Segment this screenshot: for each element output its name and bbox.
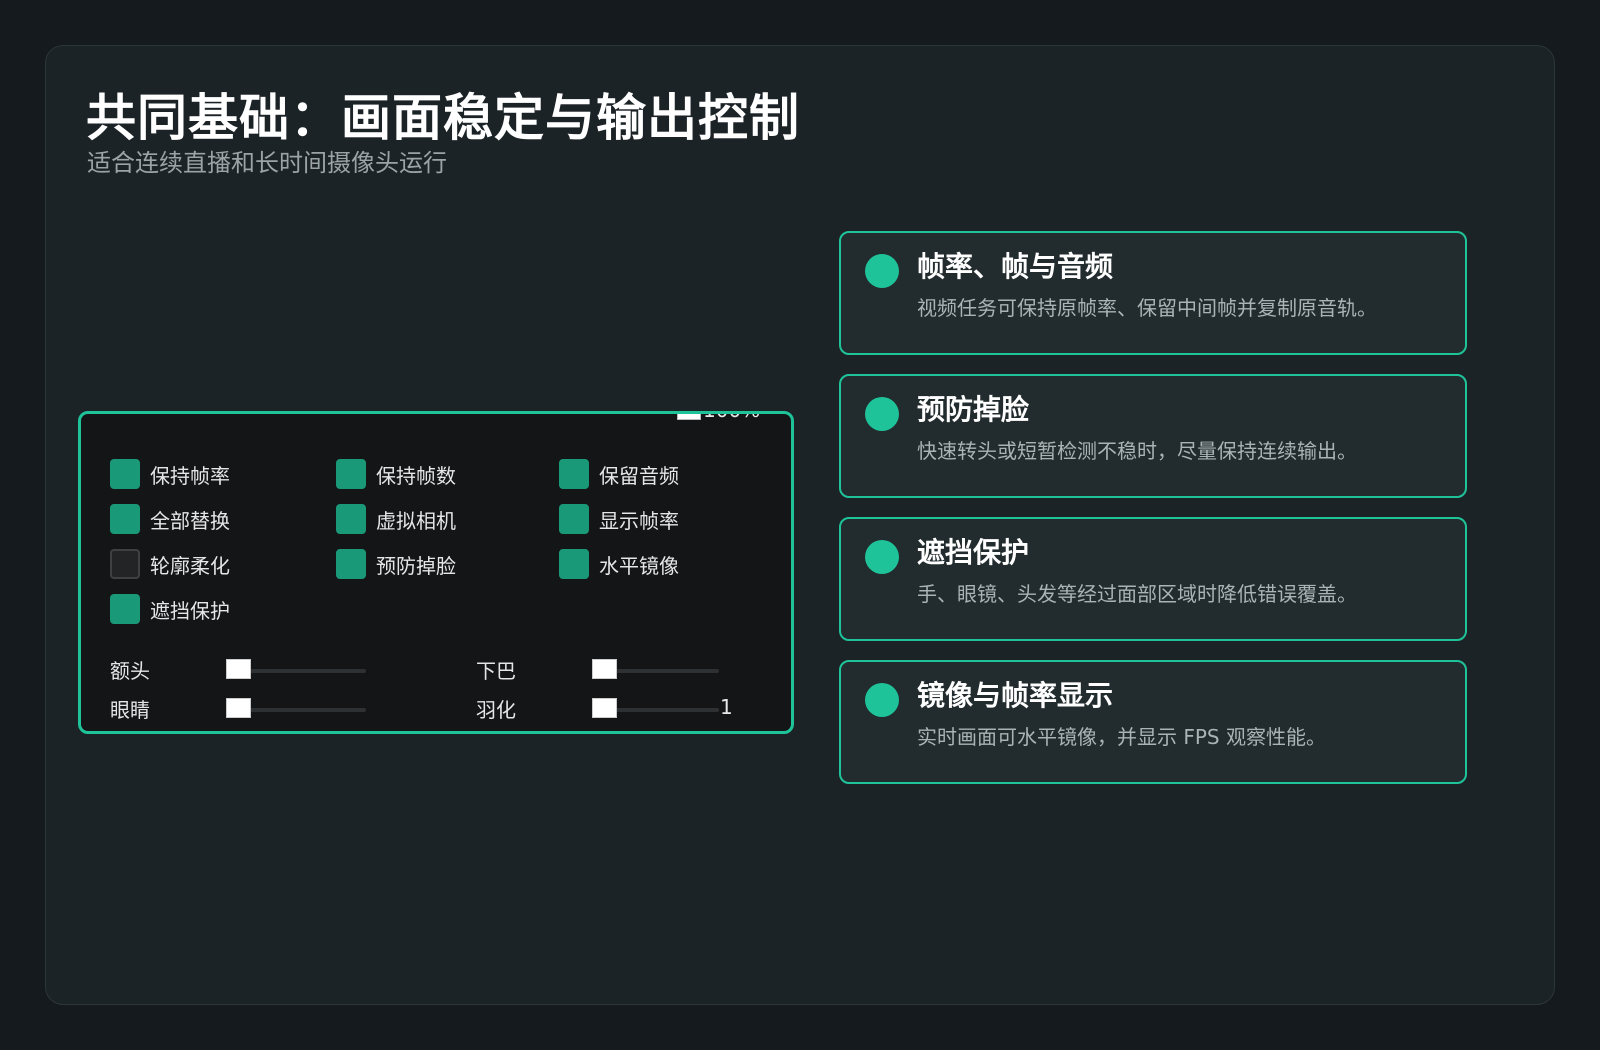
slider-forehead[interactable]: 额头 [110, 655, 380, 685]
feature-card-mirror-fps: 镜像与帧率显示 实时画面可水平镜像，并显示 FPS 观察性能。 [839, 660, 1467, 784]
checkbox-label: 保留音频 [599, 463, 679, 488]
checkbox-label: 显示帧率 [599, 508, 679, 533]
checkbox-prevent-face-drop[interactable]: 预防掉脸 [336, 547, 456, 581]
slider-value: 100% [703, 414, 760, 422]
slider-label: 下巴 [476, 659, 516, 683]
bullet-dot-icon [865, 397, 899, 431]
checkbox-keep-framerate[interactable]: 保持帧率 [110, 457, 230, 491]
slider-thumb[interactable] [226, 698, 251, 718]
card-title: 镜像与帧率显示 [917, 679, 1114, 712]
page-title: 共同基础：画面稳定与输出控制 [86, 89, 800, 147]
slider-thumb[interactable] [592, 698, 617, 718]
slider-feather[interactable]: 羽化 1 [476, 694, 766, 724]
checkbox-box[interactable] [336, 549, 366, 579]
checkbox-label: 轮廓柔化 [150, 553, 230, 578]
card-title: 遮挡保护 [917, 536, 1030, 569]
slider-thumb[interactable] [677, 414, 701, 420]
checkbox-box[interactable] [559, 549, 589, 579]
top-slider[interactable]: 100% [561, 411, 761, 424]
bullet-dot-icon [865, 683, 899, 717]
checkbox-label: 水平镜像 [599, 553, 679, 578]
checkbox-soften-outline[interactable]: 轮廓柔化 [110, 547, 230, 581]
bullet-dot-icon [865, 540, 899, 574]
checkbox-label: 遮挡保护 [150, 598, 230, 623]
checkbox-virtual-camera[interactable]: 虚拟相机 [336, 502, 456, 536]
slider-thumb[interactable] [226, 659, 251, 679]
card-description: 实时画面可水平镜像，并显示 FPS 观察性能。 [917, 725, 1326, 749]
checkbox-box[interactable] [110, 549, 140, 579]
checkbox-occlusion-protect[interactable]: 遮挡保护 [110, 592, 230, 626]
card-description: 视频任务可保持原帧率、保留中间帧并复制原音轨。 [917, 296, 1377, 320]
checkbox-show-fps[interactable]: 显示帧率 [559, 502, 679, 536]
checkbox-label: 保持帧率 [150, 463, 230, 488]
checkbox-label: 全部替换 [150, 508, 230, 533]
checkbox-horizontal-mirror[interactable]: 水平镜像 [559, 547, 679, 581]
slider-label: 额头 [110, 659, 150, 683]
slide: 共同基础：画面稳定与输出控制 适合连续直播和长时间摄像头运行 100% 保持帧率… [45, 45, 1555, 1005]
checkbox-keep-audio[interactable]: 保留音频 [559, 457, 679, 491]
card-title: 预防掉脸 [917, 393, 1030, 426]
slider-eyes[interactable]: 眼睛 [110, 694, 380, 724]
feature-card-prevent-face-drop: 预防掉脸 快速转头或短暂检测不稳时，尽量保持连续输出。 [839, 374, 1467, 498]
checkbox-box[interactable] [559, 504, 589, 534]
checkbox-box[interactable] [110, 504, 140, 534]
bullet-dot-icon [865, 254, 899, 288]
checkbox-replace-all[interactable]: 全部替换 [110, 502, 230, 536]
card-description: 手、眼镜、头发等经过面部区域时降低错误覆盖。 [917, 582, 1357, 606]
page-subtitle: 适合连续直播和长时间摄像头运行 [87, 149, 447, 177]
checkbox-label: 预防掉脸 [376, 553, 456, 578]
checkbox-box[interactable] [110, 459, 140, 489]
feature-card-framerate: 帧率、帧与音频 视频任务可保持原帧率、保留中间帧并复制原音轨。 [839, 231, 1467, 355]
slider-chin[interactable]: 下巴 [476, 655, 746, 685]
settings-panel: 100% 保持帧率 保持帧数 保留音频 全部替换 虚拟相机 显示帧率 [78, 411, 794, 734]
checkbox-box[interactable] [559, 459, 589, 489]
checkbox-keep-frames[interactable]: 保持帧数 [336, 457, 456, 491]
checkbox-label: 保持帧数 [376, 463, 456, 488]
checkbox-box[interactable] [336, 504, 366, 534]
slider-thumb[interactable] [592, 659, 617, 679]
slider-label: 羽化 [476, 698, 516, 722]
checkbox-box[interactable] [110, 594, 140, 624]
slider-label: 眼睛 [110, 698, 150, 722]
slider-value: 1 [720, 695, 733, 719]
card-description: 快速转头或短暂检测不稳时，尽量保持连续输出。 [917, 439, 1357, 463]
card-title: 帧率、帧与音频 [917, 250, 1114, 283]
slider-track [561, 411, 681, 413]
checkbox-label: 虚拟相机 [376, 508, 456, 533]
feature-card-occlusion: 遮挡保护 手、眼镜、头发等经过面部区域时降低错误覆盖。 [839, 517, 1467, 641]
checkbox-box[interactable] [336, 459, 366, 489]
